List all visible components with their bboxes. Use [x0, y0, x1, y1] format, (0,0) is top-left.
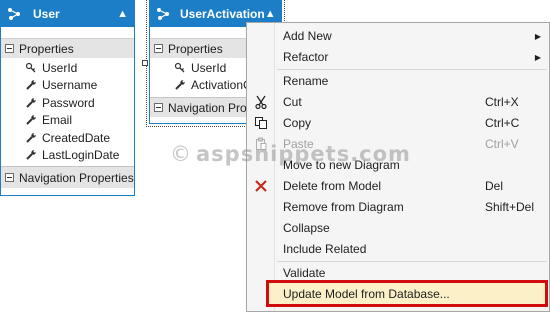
- menu-item-refactor[interactable]: Refactor ▶: [247, 47, 549, 68]
- copyright-symbol: ©: [170, 142, 192, 166]
- collapse-chevron-icon[interactable]: ▲: [265, 8, 276, 20]
- menu-item-label: Remove from Diagram: [283, 200, 404, 215]
- menu-separator: [277, 69, 547, 70]
- watermark: © aspsnippets.com: [170, 142, 411, 166]
- section-label: Properties: [19, 41, 74, 56]
- menu-item-label: Add New: [283, 29, 332, 44]
- menu-item-shortcut: Ctrl+C: [485, 116, 520, 131]
- section-label: Navigation Prop: [168, 100, 254, 115]
- wrench-icon: [25, 132, 37, 144]
- property-name: LastLoginDate: [42, 148, 120, 163]
- menu-item-shortcut: Ctrl+V: [485, 137, 519, 152]
- collapse-toggle-icon[interactable]: [154, 103, 163, 112]
- menu-item-label: Update Model from Database...: [283, 286, 450, 301]
- menu-item-cut[interactable]: Cut Ctrl+X: [247, 92, 549, 113]
- menu-item-label: Validate: [283, 266, 326, 281]
- menu-item-shortcut: Shift+Del: [485, 200, 535, 215]
- menu-item-update-model-from-database[interactable]: Update Model from Database...: [266, 280, 548, 307]
- menu-item-remove-from-diagram[interactable]: Remove from Diagram Shift+Del: [247, 197, 549, 218]
- context-menu: Add New ▶ Refactor ▶ Rename Cut Ctrl+X C…: [246, 22, 550, 312]
- key-wrench-icon: [174, 62, 186, 74]
- menu-item-label: Refactor: [283, 50, 329, 65]
- key-wrench-icon: [25, 62, 37, 74]
- menu-item-label: Rename: [283, 74, 329, 89]
- resize-handle[interactable]: [142, 60, 148, 66]
- menu-item-copy[interactable]: Copy Ctrl+C: [247, 113, 549, 134]
- collapse-toggle-icon[interactable]: [5, 173, 14, 182]
- submenu-arrow-icon: ▶: [534, 52, 541, 62]
- menu-item-validate[interactable]: Validate: [247, 263, 549, 284]
- property-list: UserId Username Password Email CreatedDa…: [1, 58, 134, 164]
- menu-item-label: Include Related: [283, 242, 367, 257]
- watermark-text: aspsnippets.com: [196, 142, 411, 166]
- entity-icon: [156, 7, 170, 21]
- menu-item-label: Cut: [283, 95, 302, 110]
- submenu-arrow-icon: ▶: [534, 31, 541, 41]
- wrench-icon: [174, 79, 186, 91]
- copy-icon: [253, 115, 269, 131]
- entity-user[interactable]: User ▲ Properties UserId Username Passwo…: [0, 0, 135, 196]
- menu-item-label: Delete from Model: [283, 179, 382, 194]
- navigation-section-header[interactable]: Navigation Properties: [1, 166, 134, 188]
- collapse-toggle-icon[interactable]: [154, 44, 163, 53]
- wrench-icon: [25, 149, 37, 161]
- menu-item-label: Collapse: [283, 221, 330, 236]
- property-row[interactable]: Email: [1, 112, 134, 130]
- property-name: Email: [42, 113, 73, 128]
- property-row[interactable]: Password: [1, 94, 134, 112]
- menu-separator: [277, 261, 547, 262]
- property-row[interactable]: Username: [1, 77, 134, 95]
- menu-item-delete-from-model[interactable]: Delete from Model Del: [247, 176, 549, 197]
- entity-header[interactable]: User ▲: [1, 1, 134, 27]
- entity-title: UserActivation: [180, 7, 265, 21]
- property-name: UserId: [191, 60, 227, 75]
- wrench-icon: [25, 97, 37, 109]
- collapse-chevron-icon[interactable]: ▲: [117, 8, 128, 20]
- properties-section-header[interactable]: Properties: [1, 38, 134, 58]
- menu-item-rename[interactable]: Rename: [247, 71, 549, 92]
- menu-item-shortcut: Ctrl+X: [485, 95, 519, 110]
- property-row[interactable]: LastLoginDate: [1, 147, 134, 165]
- wrench-icon: [25, 114, 37, 126]
- property-name: Username: [42, 78, 98, 93]
- property-row[interactable]: CreatedDate: [1, 129, 134, 147]
- property-name: CreatedDate: [42, 130, 111, 145]
- menu-item-collapse[interactable]: Collapse: [247, 218, 549, 239]
- entity-icon: [7, 7, 23, 21]
- property-row[interactable]: UserId: [1, 59, 134, 77]
- property-name: UserId: [42, 60, 78, 75]
- menu-item-add-new[interactable]: Add New ▶: [247, 26, 549, 47]
- entity-title: User: [33, 7, 60, 21]
- menu-item-label: Copy: [283, 116, 312, 131]
- collapse-toggle-icon[interactable]: [5, 44, 14, 53]
- section-label: Navigation Properties: [19, 170, 134, 185]
- scissors-icon: [253, 94, 269, 110]
- delete-x-icon: [253, 178, 269, 194]
- wrench-icon: [25, 79, 37, 91]
- section-label: Properties: [168, 41, 223, 56]
- menu-item-shortcut: Del: [485, 179, 504, 194]
- property-name: Password: [42, 95, 95, 110]
- menu-item-include-related[interactable]: Include Related: [247, 239, 549, 260]
